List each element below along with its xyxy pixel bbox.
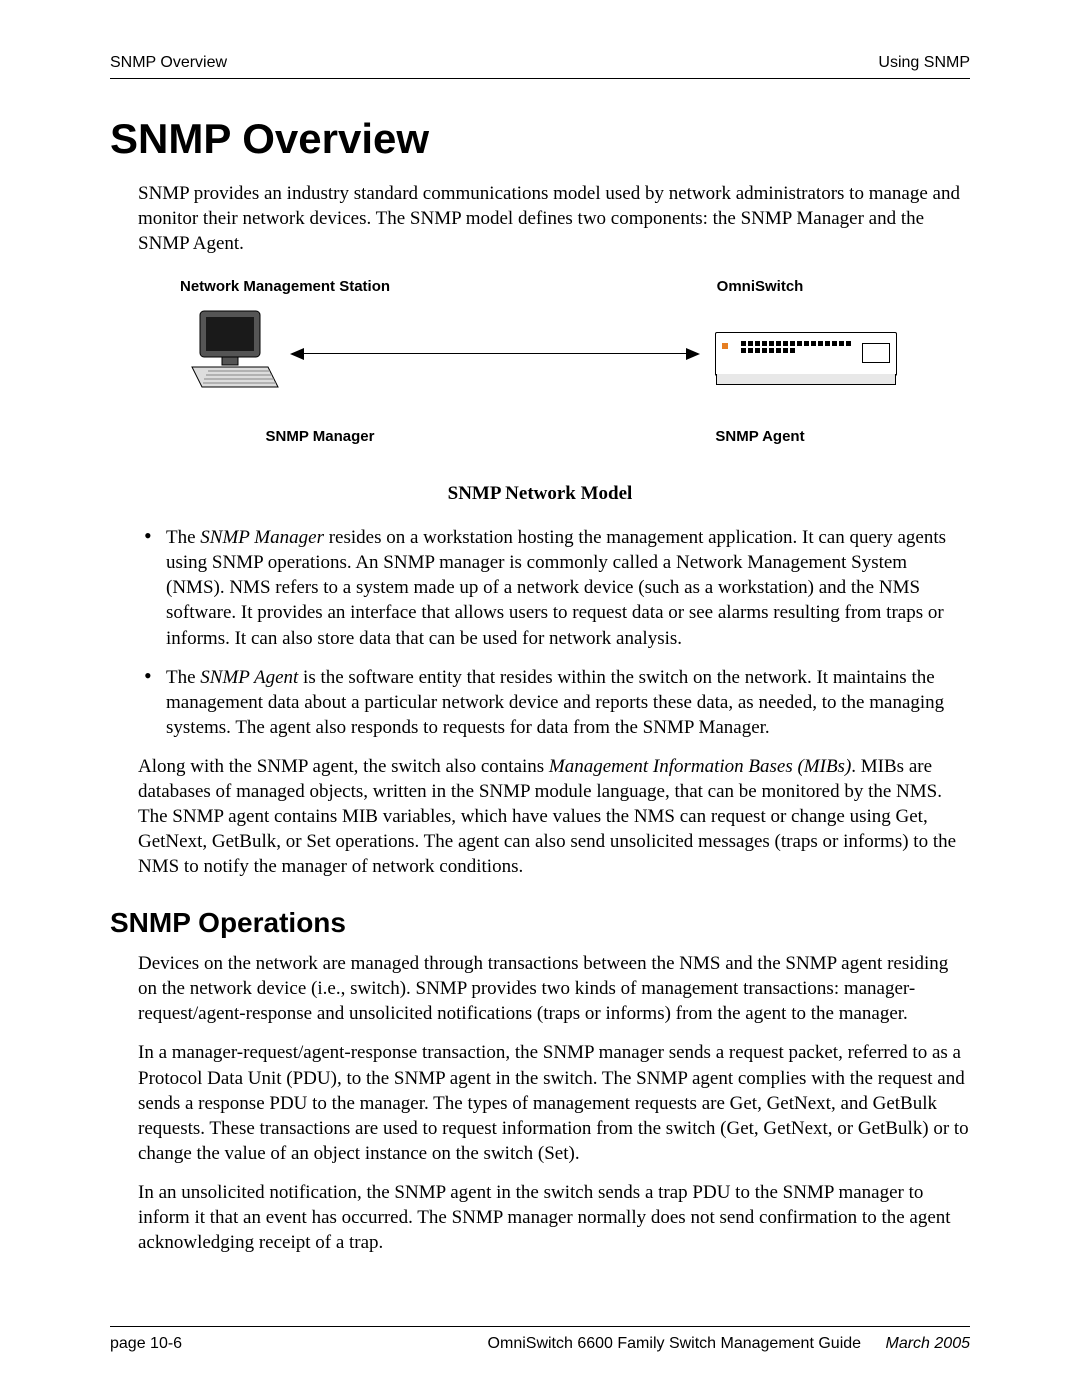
bullet-agent: The SNMP Agent is the software entity th… (138, 665, 970, 740)
snmp-network-diagram: Network Management Station OmniSwitch (110, 278, 970, 505)
page-title: SNMP Overview (110, 115, 970, 163)
mib-paragraph: Along with the SNMP agent, the switch al… (138, 754, 970, 879)
footer-date: March 2005 (886, 1335, 971, 1352)
bidirectional-arrow-icon (292, 353, 698, 354)
diagram-label-manager: SNMP Manager (180, 428, 460, 445)
footer-rule (110, 1326, 970, 1327)
intro-paragraph: SNMP provides an industry standard commu… (138, 181, 970, 256)
switch-icon (700, 332, 900, 376)
footer-page-number: page 10-6 (110, 1335, 182, 1353)
ops-paragraph-3: In an unsolicited notification, the SNMP… (138, 1180, 970, 1255)
diagram-label-switch: OmniSwitch (620, 278, 900, 295)
diagram-label-agent: SNMP Agent (620, 428, 900, 445)
header-rule (110, 78, 970, 79)
subheading-operations: SNMP Operations (110, 907, 970, 939)
header-left: SNMP Overview (110, 54, 227, 72)
ops-paragraph-1: Devices on the network are managed throu… (138, 951, 970, 1026)
workstation-icon (180, 309, 290, 398)
diagram-caption: SNMP Network Model (180, 483, 900, 505)
header-right: Using SNMP (878, 54, 970, 72)
ops-paragraph-2: In a manager-request/agent-response tran… (138, 1040, 970, 1165)
bullet-manager: The SNMP Manager resides on a workstatio… (138, 525, 970, 650)
footer-guide-title: OmniSwitch 6600 Family Switch Management… (488, 1335, 862, 1352)
diagram-label-nms: Network Management Station (180, 278, 460, 295)
